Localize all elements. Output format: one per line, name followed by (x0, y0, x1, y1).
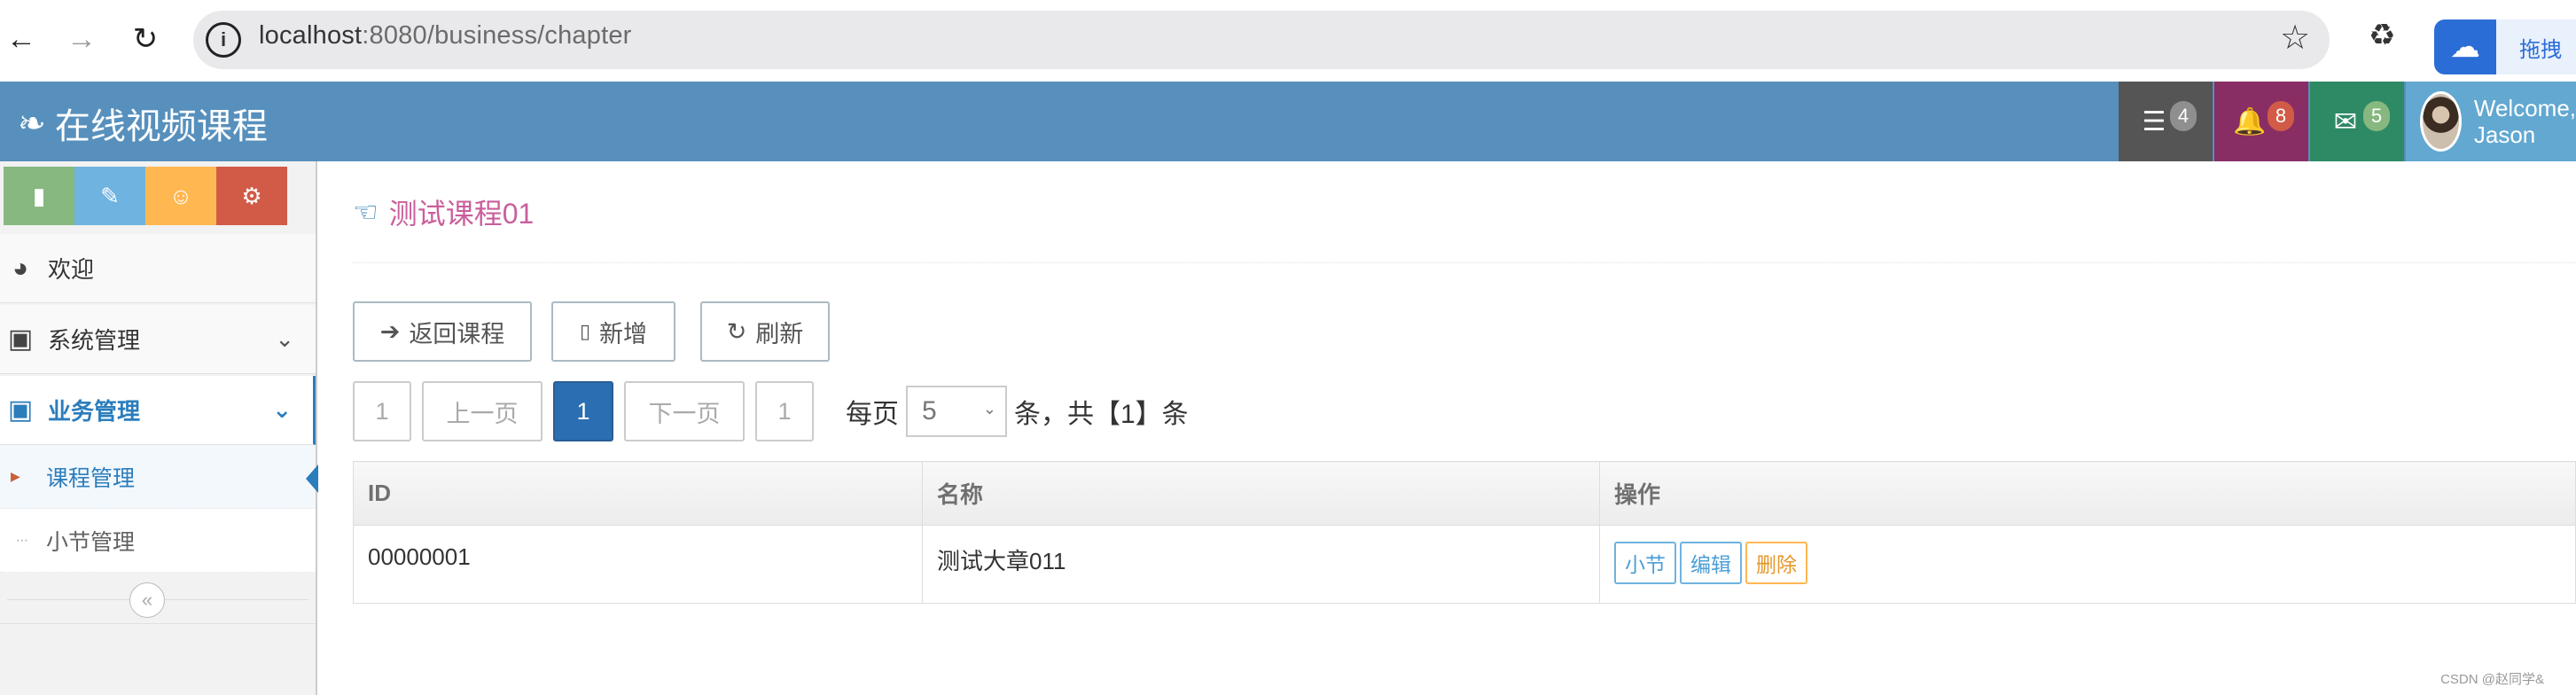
dots-icon: ⋯ (16, 533, 28, 547)
sidebar-item-label: 业务管理 (48, 398, 141, 425)
page-next-button[interactable]: 下一页 (624, 381, 745, 441)
sidebar-item-section[interactable]: ⋯ 小节管理 (0, 509, 316, 573)
notifications-dropdown[interactable]: 🔔 8 (2214, 82, 2308, 161)
page-size-value: 5 (922, 396, 937, 426)
chevron-down-icon: ⌄ (982, 400, 996, 418)
refresh-icon: ↻ (726, 317, 747, 345)
page-size-select[interactable]: 5 ⌄ (906, 386, 1007, 437)
sidebar-item-label: 课程管理 (46, 465, 136, 491)
sidebar-item-system[interactable]: ▣ 系统管理 ⌄ (0, 305, 316, 374)
page-current-button[interactable]: 1 (553, 381, 613, 441)
sidebar-item-course[interactable]: ▶ 课程管理 (0, 445, 318, 509)
pagination: 1 上一页 1 下一页 1 每页 5 ⌄ 条，共【1】条 (353, 381, 1189, 441)
signal-icon[interactable]: ▮ (4, 167, 74, 225)
user-menu[interactable]: Welcome, Jason (2406, 82, 2576, 161)
leaf-icon: ❧ (18, 105, 46, 143)
forward-icon[interactable]: → (60, 18, 103, 60)
site-info-icon[interactable]: i (206, 22, 241, 58)
page-first-button[interactable]: 1 (353, 381, 411, 441)
extensions-puzzle-icon[interactable]: ♻ (2369, 18, 2395, 53)
sidebar-shortcuts: ▮ ✎ ☺ ⚙ (4, 167, 287, 225)
watermark: CSDN @赵同学& (2440, 672, 2544, 687)
sidebar-item-business[interactable]: ▣ 业务管理 ⌄ (0, 376, 316, 445)
page-title: 测试课程01 (388, 198, 535, 230)
bookmark-star-icon[interactable]: ☆ (2280, 18, 2310, 58)
brand-title: 在线视频课程 (54, 107, 268, 146)
page-header: ☜ 测试课程01 (353, 191, 534, 232)
cell-name: 测试大章011 (922, 525, 1600, 604)
button-label: 返回课程 (409, 320, 505, 348)
button-label: 刷新 (755, 320, 804, 348)
column-header-name: 名称 (922, 461, 1600, 526)
pencil-icon[interactable]: ✎ (74, 167, 145, 225)
column-header-id: ID (353, 461, 923, 526)
sidebar-item-label: 系统管理 (48, 327, 141, 354)
users-icon[interactable]: ☺ (145, 167, 216, 225)
messages-badge: 5 (2363, 101, 2390, 131)
browser-toolbar: ← → ↻ i localhost:8080/business/chapter … (0, 0, 2576, 82)
cell-actions: 小节 编辑 删除 (1599, 525, 2576, 604)
back-to-course-button[interactable]: ➔ 返回课程 (353, 301, 532, 362)
caret-right-icon: ▶ (11, 469, 20, 483)
sidebar-collapse-row: « (0, 574, 316, 624)
sidebar-item-welcome[interactable]: ◕ 欢迎 (0, 234, 316, 303)
url-text[interactable]: localhost:8080/business/chapter (259, 21, 632, 51)
delete-button[interactable]: 删除 (1745, 542, 1807, 584)
page-prev-button[interactable]: 上一页 (422, 381, 543, 441)
baidu-cloud-icon[interactable]: ☁ (2434, 20, 2496, 74)
button-label: 新增 (599, 320, 648, 348)
tasks-badge: 4 (2170, 101, 2197, 131)
refresh-button[interactable]: ↻ 刷新 (700, 301, 830, 362)
messages-dropdown[interactable]: ✉ 5 (2310, 82, 2404, 161)
desktop-icon: ▣ (7, 324, 34, 354)
sidebar: ▮ ✎ ☺ ⚙ ◕ 欢迎 ▣ 系统管理 ⌄ ▣ 业务管理 ⌄ ▶ 课程管理 ⋯ … (0, 161, 318, 695)
business-submenu: ▶ 课程管理 ⋯ 小节管理 (0, 445, 318, 573)
brand[interactable]: ❧ 在线视频课程 (18, 98, 268, 149)
tasks-icon: ☰ (2142, 106, 2166, 137)
total-count-text: 条，共【1】条 (1014, 400, 1189, 429)
avatar (2420, 91, 2462, 152)
main-content: ☜ 测试课程01 ➔ 返回课程 ▯ 新增 ↻ 刷新 1 上一页 1 下一页 1 … (317, 161, 2576, 695)
notifications-badge: 8 (2268, 101, 2294, 131)
hand-pointer-icon: ☜ (353, 196, 379, 228)
add-button[interactable]: ▯ 新增 (551, 301, 675, 362)
column-header-actions: 操作 (1599, 461, 2576, 526)
double-angle-left-icon[interactable]: « (129, 582, 165, 618)
extension-label[interactable]: 拖拽 (2496, 20, 2576, 74)
cell-id: 00000001 (353, 525, 923, 604)
sidebar-item-label: 小节管理 (46, 529, 136, 555)
app-navbar: ❧ 在线视频课程 ☰ 4 🔔 8 ✉ 5 Welcome, Jason (0, 82, 2576, 161)
chapter-table: ID 名称 操作 00000001 测试大章011 小节 编辑 删除 (353, 461, 2576, 604)
edit-icon: ▯ (579, 320, 591, 342)
section-button[interactable]: 小节 (1614, 542, 1676, 584)
edit-button[interactable]: 编辑 (1680, 542, 1742, 584)
envelope-icon: ✉ (2333, 105, 2358, 137)
tasks-dropdown[interactable]: ☰ 4 (2119, 82, 2213, 161)
table-header-row: ID 名称 操作 (353, 461, 2576, 526)
per-page-label: 每页 (846, 400, 899, 429)
welcome-text: Welcome, (2473, 95, 2576, 121)
arrow-left-icon: ➔ (379, 317, 401, 345)
sidebar-item-label: 欢迎 (48, 256, 95, 283)
back-icon[interactable]: ← (0, 18, 43, 60)
desktop-icon: ▣ (7, 395, 34, 425)
chevron-down-icon: ⌄ (275, 325, 294, 352)
table-row: 00000001 测试大章011 小节 编辑 删除 (353, 525, 2576, 604)
chevron-down-icon: ⌄ (272, 396, 292, 423)
cogs-icon[interactable]: ⚙ (216, 167, 287, 225)
divider (353, 262, 2576, 263)
page-last-button[interactable]: 1 (755, 381, 814, 441)
user-name: Jason (2473, 121, 2536, 148)
dashboard-icon: ◕ (12, 253, 29, 283)
bell-icon: 🔔 (2233, 106, 2267, 137)
reload-icon[interactable]: ↻ (124, 18, 167, 60)
